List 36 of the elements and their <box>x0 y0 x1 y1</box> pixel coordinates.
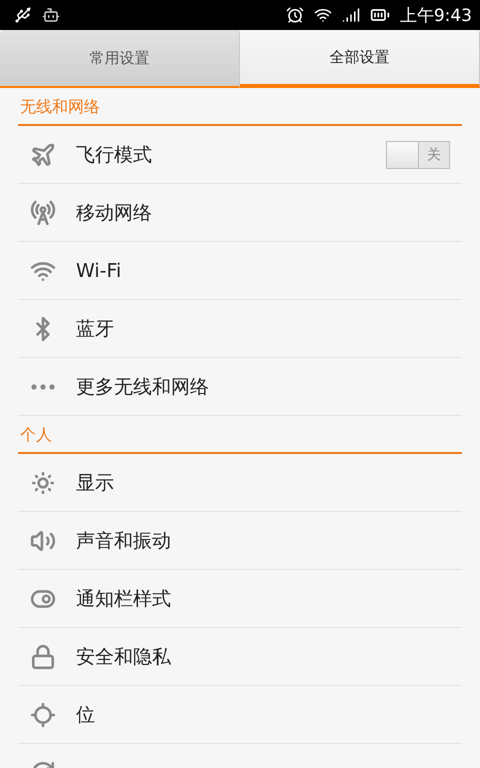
settings-row[interactable]: 安全和隐私 <box>18 628 462 686</box>
more-icon <box>31 384 55 390</box>
settings-row[interactable]: 显示 <box>18 454 462 512</box>
settings-row[interactable]: 移动网络 <box>18 184 462 242</box>
row-label: 安全和隐私 <box>76 644 172 670</box>
alarm-icon <box>286 6 304 24</box>
plane-icon <box>30 142 56 168</box>
settings-row[interactable]: 通知栏样式 <box>18 570 462 628</box>
crosshair-icon <box>30 702 56 728</box>
usb-icon <box>14 6 32 24</box>
robot-icon <box>42 6 60 24</box>
settings-row[interactable]: 位 <box>18 686 462 744</box>
row-label: 显示 <box>76 470 115 496</box>
section-header: 个人 <box>18 416 462 454</box>
settings-row[interactable]: 声音和振动 <box>18 512 462 570</box>
lock-icon <box>30 644 56 670</box>
signal-icon <box>342 6 360 24</box>
row-label: 位 <box>76 702 96 728</box>
sun-icon <box>30 470 56 496</box>
tab[interactable]: 全部设置 <box>240 30 480 88</box>
settings-row[interactable]: 更多无线和网络 <box>18 358 462 416</box>
antenna-icon <box>30 200 56 226</box>
row-label: 声音和振动 <box>76 528 172 554</box>
tab[interactable]: 常用设置 <box>0 30 240 88</box>
wifi-icon <box>314 6 332 24</box>
row-label: 移动网络 <box>76 200 153 226</box>
row-label: Wi-Fi <box>76 260 122 282</box>
row-label: 蓝牙 <box>76 316 115 342</box>
status-time: 上午9:43 <box>400 4 472 26</box>
section-header: 无线和网络 <box>18 88 462 126</box>
row-label: 飞行模式 <box>76 142 153 168</box>
row-label: 更多无线和网络 <box>76 374 210 400</box>
settings-row[interactable]: 蓝牙 <box>18 300 462 358</box>
settings-row[interactable]: 飞行模式 关 <box>18 126 462 184</box>
settings-row[interactable]: Wi-Fi <box>18 242 462 300</box>
row-label: 通知栏样式 <box>76 586 172 612</box>
